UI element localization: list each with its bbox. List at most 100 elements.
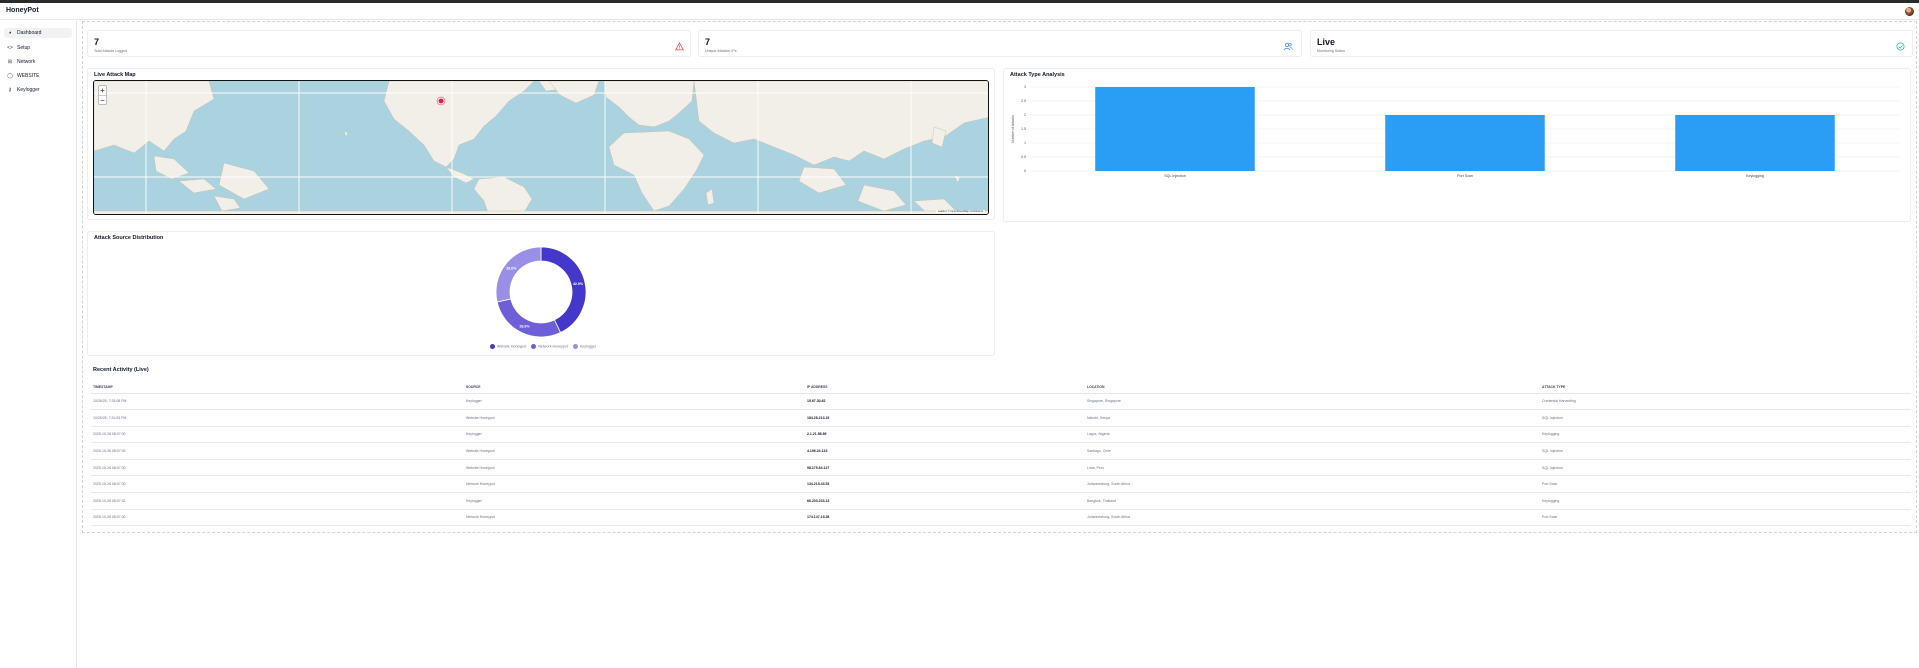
top-bar: HoneyPot: [0, 3, 1919, 20]
column-header: IP ADDRESS: [805, 382, 1085, 394]
cell-ip: 4.196.24.133: [805, 442, 1085, 460]
table-row[interactable]: 2025-10-26 08:07:30 Network Honeypot 134.2…: [91, 475, 1911, 494]
setup-icon: <>: [7, 45, 13, 51]
table-header-row: TIMESTAMP SOURCE IP ADDRESS LOCATION ATT…: [91, 382, 1911, 394]
cell-timestamp: 10/26/25, 7:33:08 PM: [91, 393, 464, 411]
check-circle-icon: [1895, 42, 1905, 52]
sidebar-item-website[interactable]: ◯ WEBSITE: [4, 71, 72, 81]
cell-location: Johannesburg, South Africa: [1085, 509, 1540, 527]
x-tick-label: SQL Injection: [1164, 174, 1185, 178]
column-header: SOURCE: [464, 382, 805, 394]
cell-timestamp: 2025-10-26 08:07:30: [91, 426, 464, 444]
attack-map[interactable]: + − Leaflet | © OpenStreetMap contributo…: [93, 80, 989, 215]
x-tick-label: Port Scan: [1457, 174, 1473, 178]
cell-location: Bangkok, Thailand: [1085, 492, 1540, 510]
cell-attack-type: Port Scan: [1540, 475, 1911, 494]
zoom-in-button[interactable]: +: [99, 86, 106, 95]
warning-triangle-icon: [674, 42, 684, 52]
legend-item[interactable]: Website Honeypot: [490, 344, 526, 349]
cell-attack-type: SQL Injection: [1540, 442, 1911, 460]
cell-source: Keylogger: [464, 393, 805, 411]
legend-swatch: [490, 344, 495, 349]
legend-label: Network Honeypot: [538, 344, 568, 349]
stat-card-monitoring-status: Live Monitoring Status: [1310, 30, 1913, 57]
attack-marker[interactable]: [438, 98, 444, 104]
activity-table: TIMESTAMP SOURCE IP ADDRESS LOCATION ATT…: [91, 382, 1911, 527]
sidebar-item-label: Network: [17, 59, 36, 65]
cell-source: Keylogger: [464, 426, 805, 444]
sidebar-item-setup[interactable]: <> Setup: [4, 43, 72, 53]
map-title: Live Attack Map: [94, 72, 136, 78]
app-title: HoneyPot: [6, 7, 39, 14]
world-map-tiles: [94, 81, 988, 214]
cell-location: Lima, Peru: [1085, 459, 1540, 477]
y-tick-label: 1.5: [1021, 127, 1026, 131]
table-row[interactable]: 2025-10-26 08:07:30 Keylogger 2.1.21.58.89…: [91, 426, 1911, 444]
cell-ip: 66.203.233.13: [805, 492, 1085, 510]
y-tick-label: 3: [1024, 85, 1026, 89]
cell-timestamp: 10/26/25, 7:31:53 PM: [91, 409, 464, 427]
map-attribution[interactable]: Leaflet | © OpenStreetMap contributors: [935, 210, 985, 213]
cell-attack-type: SQL Injection: [1540, 409, 1911, 427]
user-avatar[interactable]: [1905, 7, 1914, 16]
zoom-out-button[interactable]: −: [99, 95, 106, 105]
users-icon: [1283, 42, 1293, 52]
sidebar-item-dashboard[interactable]: ◕ Dashboard: [4, 28, 72, 38]
bar: [1385, 115, 1545, 171]
cell-timestamp: 2025-10-26 08:07:32: [91, 492, 464, 510]
cell-attack-type: Keylogging: [1540, 492, 1911, 510]
donut-slice: [540, 246, 587, 334]
donut-legend: Website Honeypot Network Honeypot Keylog…: [490, 344, 596, 349]
stat-value: 7: [94, 37, 100, 47]
stat-card-unique-ips: 7 Unique Attacker IPs: [698, 30, 1302, 57]
legend-swatch: [572, 344, 578, 349]
cell-location: Singapore, Singapore: [1085, 393, 1540, 411]
activity-title: Recent Activity (Live): [93, 367, 149, 373]
cell-location: Santiago, Chile: [1085, 442, 1540, 460]
table-row[interactable]: 2025-10-26 08:07:32 Keylogger 66.203.233.1…: [91, 492, 1911, 510]
donut-slice: [495, 246, 542, 303]
column-header: ATTACK TYPE: [1540, 382, 1911, 394]
cell-timestamp: 2025-10-26 08:07:30: [91, 475, 464, 494]
table-row[interactable]: 2025-10-26 08:07:30 Website Honeypot 98.17…: [91, 459, 1911, 477]
cell-source: Network Honeypot: [464, 475, 805, 494]
cell-timestamp: 2025-10-26 08:07:33: [91, 442, 464, 460]
sidebar-item-label: Dashboard: [17, 30, 42, 36]
legend-item[interactable]: Network Honeypot: [531, 344, 568, 349]
table-row[interactable]: 10/26/25, 7:33:08 PM Keylogger 15.67.30.62…: [91, 393, 1911, 411]
cell-source: Website Honeypot: [464, 442, 805, 460]
cell-ip: 98.175.84.127: [805, 459, 1085, 477]
key-icon: ⚷: [8, 87, 12, 93]
donut-chart-title: Attack Source Distribution: [94, 235, 164, 241]
stat-value: 7: [705, 37, 711, 47]
x-tick-label: Keylogging: [1746, 174, 1764, 178]
legend-item[interactable]: Keylogger: [572, 344, 596, 349]
cell-timestamp: 2025-10-26 08:07:30: [91, 509, 464, 527]
cell-ip: 134.215.43.53: [805, 475, 1085, 494]
table-row[interactable]: 10/26/25, 7:31:53 PM Website Honeypot 184.…: [91, 409, 1911, 427]
table-row[interactable]: 2025-10-26 08:07:33 Website Honeypot 4.196…: [91, 442, 1911, 460]
cell-ip: 174.147.15.28: [805, 509, 1085, 527]
cell-location: Lagos, Nigeria: [1085, 426, 1540, 444]
attack-type-card: Attack Type Analysis 0 0.5 1 1.5 2 2.5 3 Number…: [1003, 68, 1911, 222]
donut-value-label: 28.6%: [519, 325, 530, 329]
cell-ip: 2.1.21.58.89: [805, 426, 1085, 444]
y-tick-label: 2.5: [1021, 99, 1026, 103]
y-tick-label: 2: [1024, 113, 1026, 117]
stat-value: Live: [1317, 37, 1336, 47]
sidebar-item-label: Setup: [17, 45, 31, 51]
y-tick-label: 1: [1024, 141, 1026, 145]
cell-ip: 184.28.213.15: [805, 409, 1085, 427]
stat-label: Monitoring Status: [1317, 49, 1345, 53]
map-zoom-control: + −: [98, 85, 107, 105]
legend-swatch: [531, 344, 537, 349]
table-row[interactable]: 2025-10-26 08:07:30 Network Honeypot 174.1…: [91, 509, 1911, 527]
dashboard-icon: ◕: [8, 30, 12, 36]
cell-source: Keylogger: [464, 492, 805, 510]
sidebar: ◕ Dashboard <> Setup ⊞ Network ◯ WEBSITE ⚷ Ke…: [0, 21, 77, 668]
sidebar-item-keylogger[interactable]: ⚷ Keylogger: [4, 85, 72, 95]
column-header: TIMESTAMP: [91, 382, 464, 394]
cell-location: Nairobi, Kenya: [1085, 409, 1540, 427]
sidebar-item-network[interactable]: ⊞ Network: [4, 57, 72, 67]
sidebar-item-label: WEBSITE: [17, 73, 40, 79]
